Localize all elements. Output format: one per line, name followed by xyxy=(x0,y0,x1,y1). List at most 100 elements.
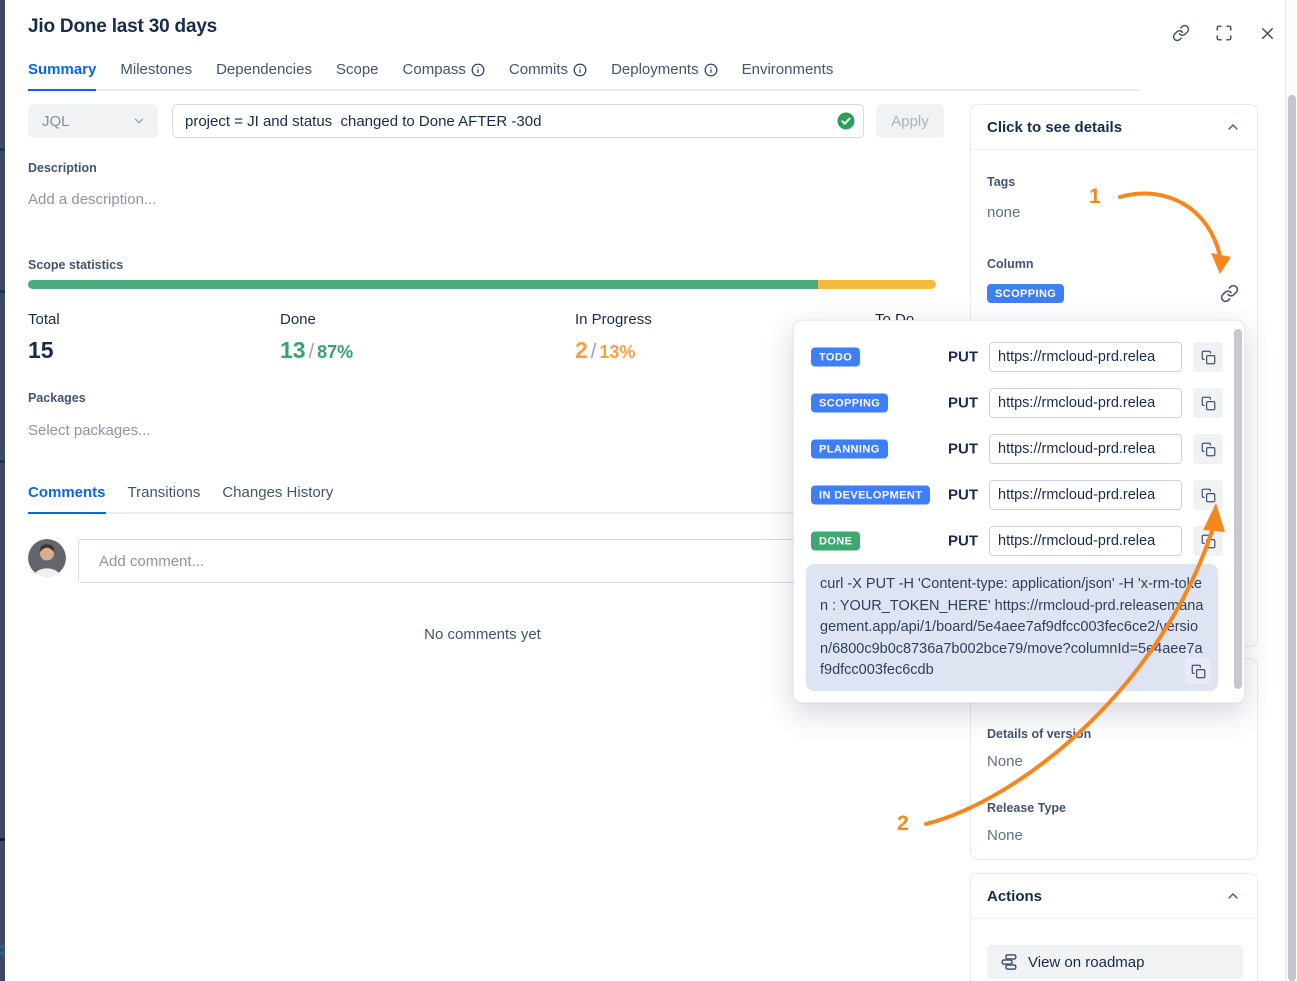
tab-label: Scope xyxy=(336,61,379,78)
jql-mode-label: JQL xyxy=(42,113,70,130)
column-status-badge: SCOPPING xyxy=(987,284,1064,303)
popup-scrollbar-thumb[interactable] xyxy=(1234,329,1242,689)
description-label: Description xyxy=(28,161,97,175)
column-endpoints-popup: TODO PUT SCOPPING PUT PLANNING PUT xyxy=(793,320,1245,703)
packages-label: Packages xyxy=(28,391,86,405)
jql-mode-select[interactable]: JQL xyxy=(28,104,158,138)
stat-label: Done xyxy=(280,311,353,328)
http-method-label: PUT xyxy=(948,395,978,412)
jql-query-input[interactable] xyxy=(172,104,864,138)
tab-comments[interactable]: Comments xyxy=(28,484,106,514)
info-icon xyxy=(704,63,718,77)
chevron-up-icon[interactable] xyxy=(1225,119,1241,135)
stat-value: 2 xyxy=(575,337,588,363)
chevron-down-icon xyxy=(132,114,146,128)
close-icon[interactable] xyxy=(1258,24,1276,42)
tab-milestones[interactable]: Milestones xyxy=(120,61,192,89)
background-page-edge xyxy=(0,0,5,981)
http-method-label: PUT xyxy=(948,349,978,366)
tab-label: Milestones xyxy=(120,61,192,78)
stat-value: 15 xyxy=(28,337,60,364)
page-scrollbar xyxy=(1285,0,1297,981)
roadmap-button-label: View on roadmap xyxy=(1028,954,1144,971)
link-icon[interactable] xyxy=(1172,24,1190,42)
apply-button[interactable]: Apply xyxy=(876,104,944,138)
endpoint-url-input[interactable] xyxy=(989,526,1182,556)
check-circle-icon xyxy=(837,112,855,130)
annotation-step-1: 1 xyxy=(1089,185,1101,209)
annotation-step-2: 2 xyxy=(897,812,909,836)
chevron-up-icon[interactable] xyxy=(1225,888,1241,904)
tab-label: Deployments xyxy=(611,61,699,78)
info-icon xyxy=(471,63,485,77)
curl-command-text: curl -X PUT -H 'Content-type: applicatio… xyxy=(820,576,1203,678)
details-card-title: Click to see details xyxy=(987,119,1122,136)
tab-label: Dependencies xyxy=(216,61,312,78)
stat-value: 13 xyxy=(280,337,306,363)
link-icon[interactable] xyxy=(1220,284,1239,303)
tab-deployments[interactable]: Deployments xyxy=(611,61,718,89)
endpoint-url-input[interactable] xyxy=(989,388,1182,418)
endpoint-row: IN DEVELOPMENT PUT xyxy=(794,472,1244,518)
fullscreen-icon[interactable] xyxy=(1215,24,1233,42)
column-status-badge: DONE xyxy=(811,532,860,551)
copy-icon[interactable] xyxy=(1193,526,1223,556)
tab-compass[interactable]: Compass xyxy=(403,61,485,89)
details-of-version-label: Details of version xyxy=(987,727,1091,741)
info-icon xyxy=(573,63,587,77)
stat-label: In Progress xyxy=(575,311,652,328)
column-label: Column xyxy=(987,257,1034,271)
main-tabs: Summary Milestones Dependencies Scope Compas… xyxy=(28,61,1141,91)
tab-label: Summary xyxy=(28,61,96,78)
tags-label: Tags xyxy=(987,175,1015,189)
tags-value: none xyxy=(987,204,1020,221)
column-status-badge: IN DEVELOPMENT xyxy=(811,486,930,505)
page-title: Jio Done last 30 days xyxy=(28,16,217,38)
column-status-badge: PLANNING xyxy=(811,440,888,459)
tab-scope[interactable]: Scope xyxy=(336,61,379,89)
endpoint-url-input[interactable] xyxy=(989,480,1182,510)
column-status-badge: TODO xyxy=(811,348,860,367)
copy-icon[interactable] xyxy=(1193,342,1223,372)
http-method-label: PUT xyxy=(948,533,978,550)
scope-progress-bar xyxy=(28,280,936,289)
view-on-roadmap-button[interactable]: View on roadmap xyxy=(987,945,1243,979)
progress-done-segment xyxy=(28,280,818,289)
endpoint-row: DONE PUT xyxy=(794,518,1244,564)
stat-in-progress: In Progress 2/13% xyxy=(575,311,652,364)
stat-separator: / xyxy=(588,341,600,363)
endpoint-row: SCOPPING PUT xyxy=(794,380,1244,426)
stat-total: Total 15 xyxy=(28,311,60,364)
endpoint-url-input[interactable] xyxy=(989,342,1182,372)
http-method-label: PUT xyxy=(948,441,978,458)
user-avatar[interactable] xyxy=(28,539,66,577)
roadmap-icon xyxy=(1000,953,1018,971)
details-of-version-value: None xyxy=(987,753,1023,770)
tab-environments[interactable]: Environments xyxy=(742,61,834,89)
packages-placeholder[interactable]: Select packages... xyxy=(28,422,151,439)
window-controls xyxy=(1172,24,1276,42)
stat-percent: 87% xyxy=(317,342,353,362)
http-method-label: PUT xyxy=(948,487,978,504)
actions-card: Actions View on roadmap xyxy=(970,873,1258,981)
column-status-badge: SCOPPING xyxy=(811,394,888,413)
stat-percent: 13% xyxy=(599,342,635,362)
release-type-label: Release Type xyxy=(987,801,1066,815)
tab-summary[interactable]: Summary xyxy=(28,61,96,91)
tab-dependencies[interactable]: Dependencies xyxy=(216,61,312,89)
copy-icon[interactable] xyxy=(1193,480,1223,510)
copy-icon[interactable] xyxy=(1193,434,1223,464)
stat-separator: / xyxy=(306,341,318,363)
endpoint-row: TODO PUT xyxy=(794,334,1244,380)
actions-card-title: Actions xyxy=(987,888,1042,905)
description-placeholder[interactable]: Add a description... xyxy=(28,191,156,208)
stat-label: Total xyxy=(28,311,60,328)
page-scrollbar-thumb[interactable] xyxy=(1288,95,1296,981)
tab-commits[interactable]: Commits xyxy=(509,61,587,89)
tab-transitions[interactable]: Transitions xyxy=(128,484,201,512)
copy-icon[interactable] xyxy=(1193,388,1223,418)
tab-changes-history[interactable]: Changes History xyxy=(222,484,333,512)
endpoint-url-input[interactable] xyxy=(989,434,1182,464)
curl-command-box: curl -X PUT -H 'Content-type: applicatio… xyxy=(806,564,1218,691)
copy-icon[interactable] xyxy=(1185,658,1211,684)
